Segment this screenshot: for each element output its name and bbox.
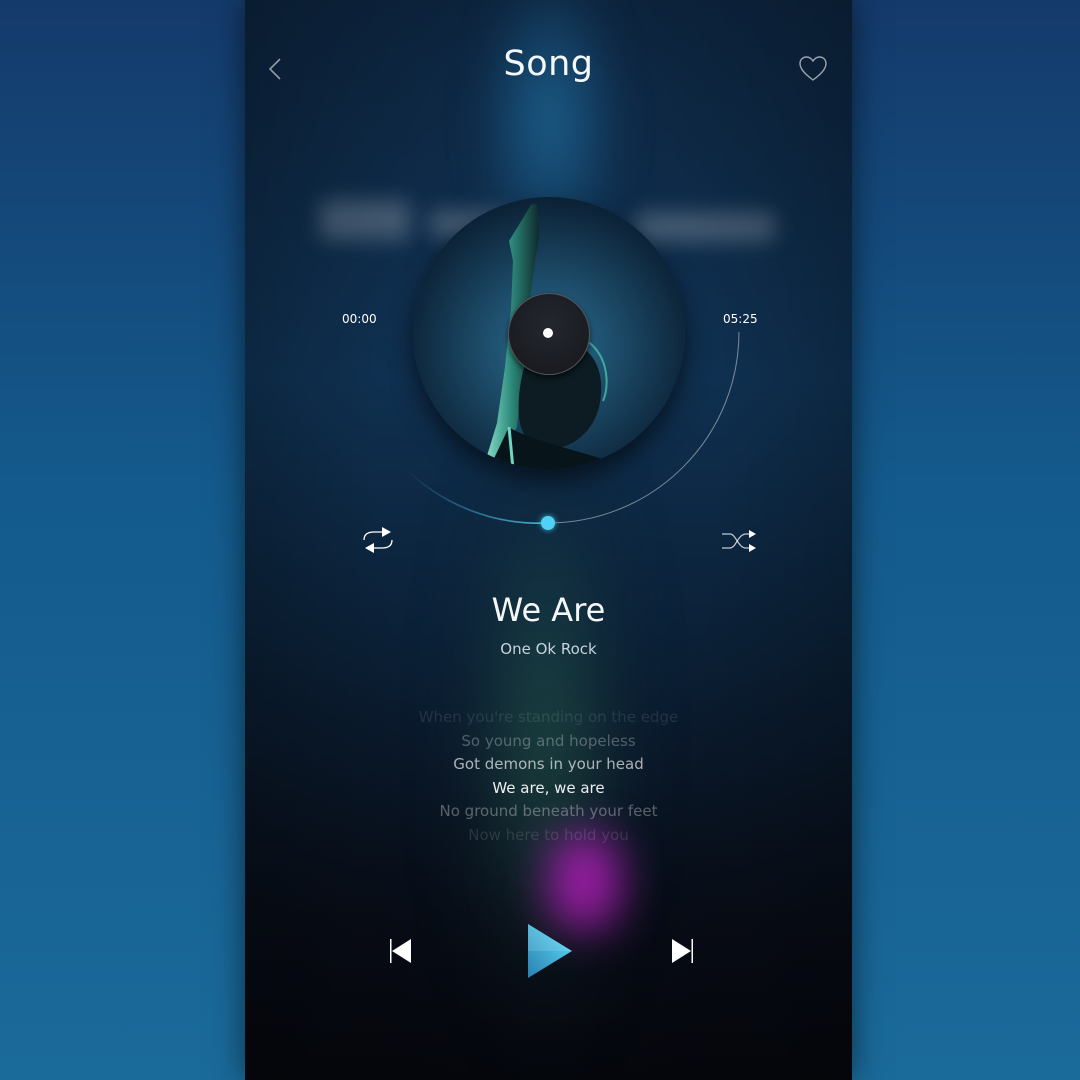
- song-artist: One Ok Rock: [500, 640, 597, 658]
- time-elapsed: 00:00: [342, 312, 377, 326]
- lyric-line: Got demons in your head: [453, 755, 644, 773]
- shuffle-icon: [722, 530, 756, 552]
- repeat-icon: [363, 527, 393, 553]
- lyric-line-current: We are, we are: [492, 778, 605, 797]
- favorite-button[interactable]: [798, 54, 828, 84]
- skip-next-icon: [672, 939, 693, 963]
- lyric-line: So young and hopeless: [461, 731, 636, 750]
- play-icon: [528, 924, 572, 978]
- lyric-line: When you're standing on the edge: [418, 708, 679, 726]
- background-stage-light: [550, 835, 620, 930]
- progress-knob[interactable]: [541, 516, 555, 530]
- background-blur-shape: [635, 212, 775, 242]
- time-total: 05:25: [723, 312, 758, 326]
- play-button[interactable]: [520, 918, 576, 984]
- disc-spindle-dot: [543, 328, 553, 338]
- previous-button[interactable]: [388, 937, 414, 965]
- lyrics-panel: When you're standing on the edge So youn…: [245, 706, 852, 847]
- heart-icon: [799, 56, 827, 81]
- lyric-line: Now here to hold you: [468, 825, 629, 844]
- background-blur-shape: [320, 200, 410, 240]
- shuffle-button[interactable]: [720, 526, 760, 556]
- next-button[interactable]: [669, 937, 695, 965]
- lyric-line: No ground beneath your feet: [439, 802, 658, 820]
- skip-previous-icon: [390, 939, 411, 963]
- repeat-button[interactable]: [358, 524, 398, 556]
- player-screen: Song 00:00 05:25 We Are One Ok Rock When…: [245, 0, 852, 1080]
- song-title: We Are: [491, 591, 606, 629]
- page-title: Song: [503, 44, 594, 84]
